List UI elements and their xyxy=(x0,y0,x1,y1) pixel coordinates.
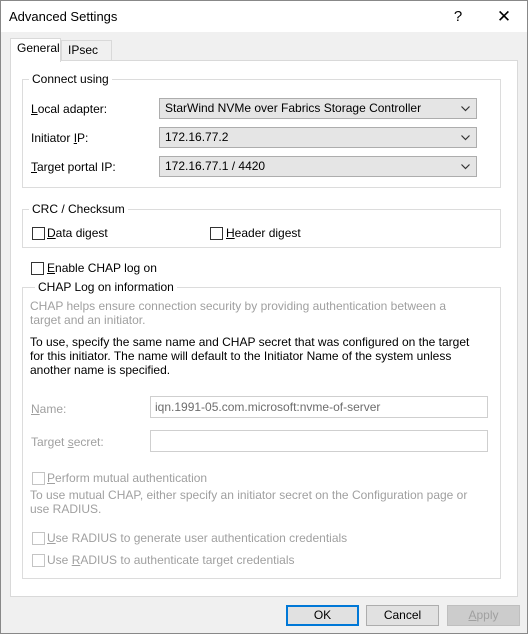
apply-button[interactable]: Apply xyxy=(447,605,520,626)
dialog-title: Advanced Settings xyxy=(9,9,118,24)
chevron-down-icon xyxy=(461,135,470,141)
enable-chap-checkbox[interactable] xyxy=(31,262,44,275)
close-button[interactable]: ✕ xyxy=(481,1,527,32)
target-secret-input[interactable] xyxy=(150,430,488,452)
ok-button[interactable]: OK xyxy=(286,605,359,626)
local-adapter-value: StarWind NVMe over Fabrics Storage Contr… xyxy=(165,101,422,115)
target-portal-ip-select[interactable]: 172.16.77.1 / 4420 xyxy=(159,156,477,177)
chevron-down-icon xyxy=(461,106,470,112)
target-secret-label: Target secret: xyxy=(31,435,104,449)
tab-general[interactable]: General xyxy=(10,38,61,62)
header-digest-checkbox[interactable] xyxy=(210,227,223,240)
general-tab-panel: Connect using Local adapter: StarWind NV… xyxy=(10,60,518,597)
crc-checksum-group: CRC / Checksum Data digest Header digest xyxy=(22,202,501,248)
initiator-ip-label: Initiator IP: xyxy=(31,131,89,145)
header-digest-label: Header digest xyxy=(226,226,301,240)
target-portal-ip-value: 172.16.77.1 / 4420 xyxy=(165,159,266,173)
chevron-down-icon xyxy=(461,164,470,170)
enable-chap-label: Enable CHAP log on xyxy=(47,261,157,275)
initiator-ip-select[interactable]: 172.16.77.2 xyxy=(159,127,477,148)
title-bar: Advanced Settings ? ✕ xyxy=(1,1,527,32)
mutual-auth-checkbox[interactable] xyxy=(32,472,45,485)
chap-instructions-text: To use, specify the same name and CHAP s… xyxy=(30,335,470,377)
radius-generate-checkbox[interactable] xyxy=(32,532,45,545)
cancel-button[interactable]: Cancel xyxy=(366,605,439,626)
radius-generate-label: Use RADIUS to generate user authenticati… xyxy=(47,531,348,545)
advanced-settings-dialog: Advanced Settings ? ✕ General IPsec Conn… xyxy=(0,0,528,634)
mutual-auth-help-text: To use mutual CHAP, either specify an in… xyxy=(30,488,468,516)
chap-help-text: CHAP helps ensure connection security by… xyxy=(30,299,447,327)
local-adapter-select[interactable]: StarWind NVMe over Fabrics Storage Contr… xyxy=(159,98,477,119)
target-portal-ip-label: Target portal IP: xyxy=(31,160,116,174)
initiator-ip-value: 172.16.77.2 xyxy=(165,130,229,144)
tab-ipsec[interactable]: IPsec xyxy=(61,40,112,61)
connect-using-legend: Connect using xyxy=(29,72,112,86)
connect-using-group: Connect using Local adapter: StarWind NV… xyxy=(22,72,501,188)
chap-logon-group: CHAP Log on information CHAP helps ensur… xyxy=(22,280,501,579)
data-digest-label: Data digest xyxy=(47,226,108,240)
chap-name-label: Name: xyxy=(31,402,67,416)
crc-checksum-legend: CRC / Checksum xyxy=(29,202,128,216)
mutual-auth-label: Perform mutual authentication xyxy=(47,471,208,485)
help-button[interactable]: ? xyxy=(435,1,481,32)
local-adapter-label: Local adapter: xyxy=(31,102,108,116)
chap-logon-legend: CHAP Log on information xyxy=(35,280,177,294)
data-digest-checkbox[interactable] xyxy=(32,227,45,240)
radius-authenticate-label: Use RADIUS to authenticate target creden… xyxy=(47,553,295,567)
radius-authenticate-checkbox[interactable] xyxy=(32,554,45,567)
chap-name-input[interactable]: iqn.1991-05.com.microsoft:nvme-of-server xyxy=(150,396,488,418)
